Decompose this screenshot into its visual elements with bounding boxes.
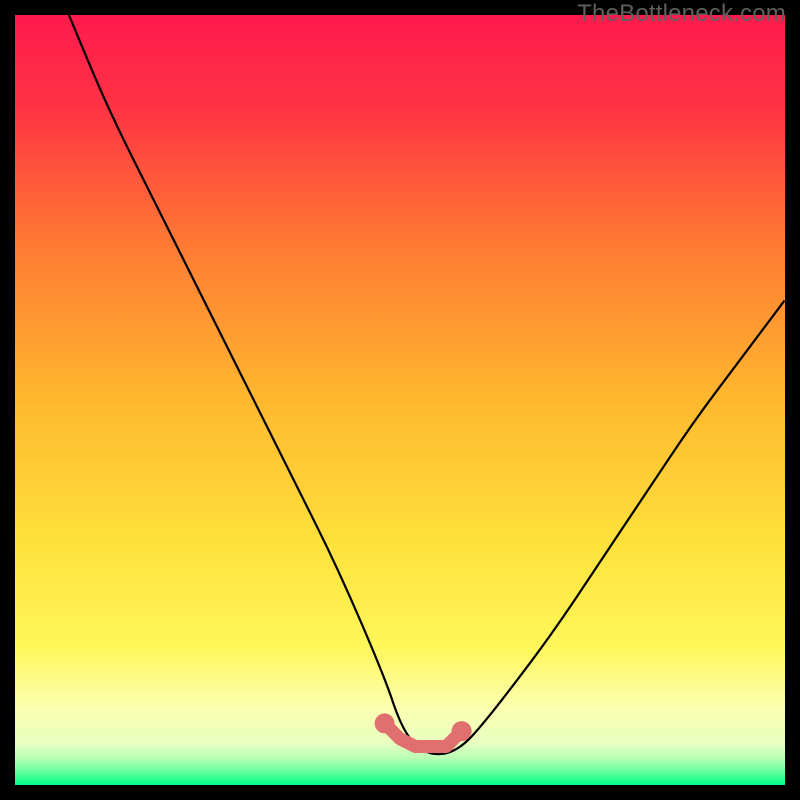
optimal-range-end-icon <box>452 721 472 741</box>
watermark-text: TheBottleneck.com <box>577 0 786 28</box>
chart-svg <box>15 15 785 785</box>
optimal-range-end-icon <box>375 713 395 733</box>
chart-frame: TheBottleneck.com <box>0 0 800 800</box>
gradient-background <box>15 15 785 785</box>
plot-area <box>15 15 785 785</box>
